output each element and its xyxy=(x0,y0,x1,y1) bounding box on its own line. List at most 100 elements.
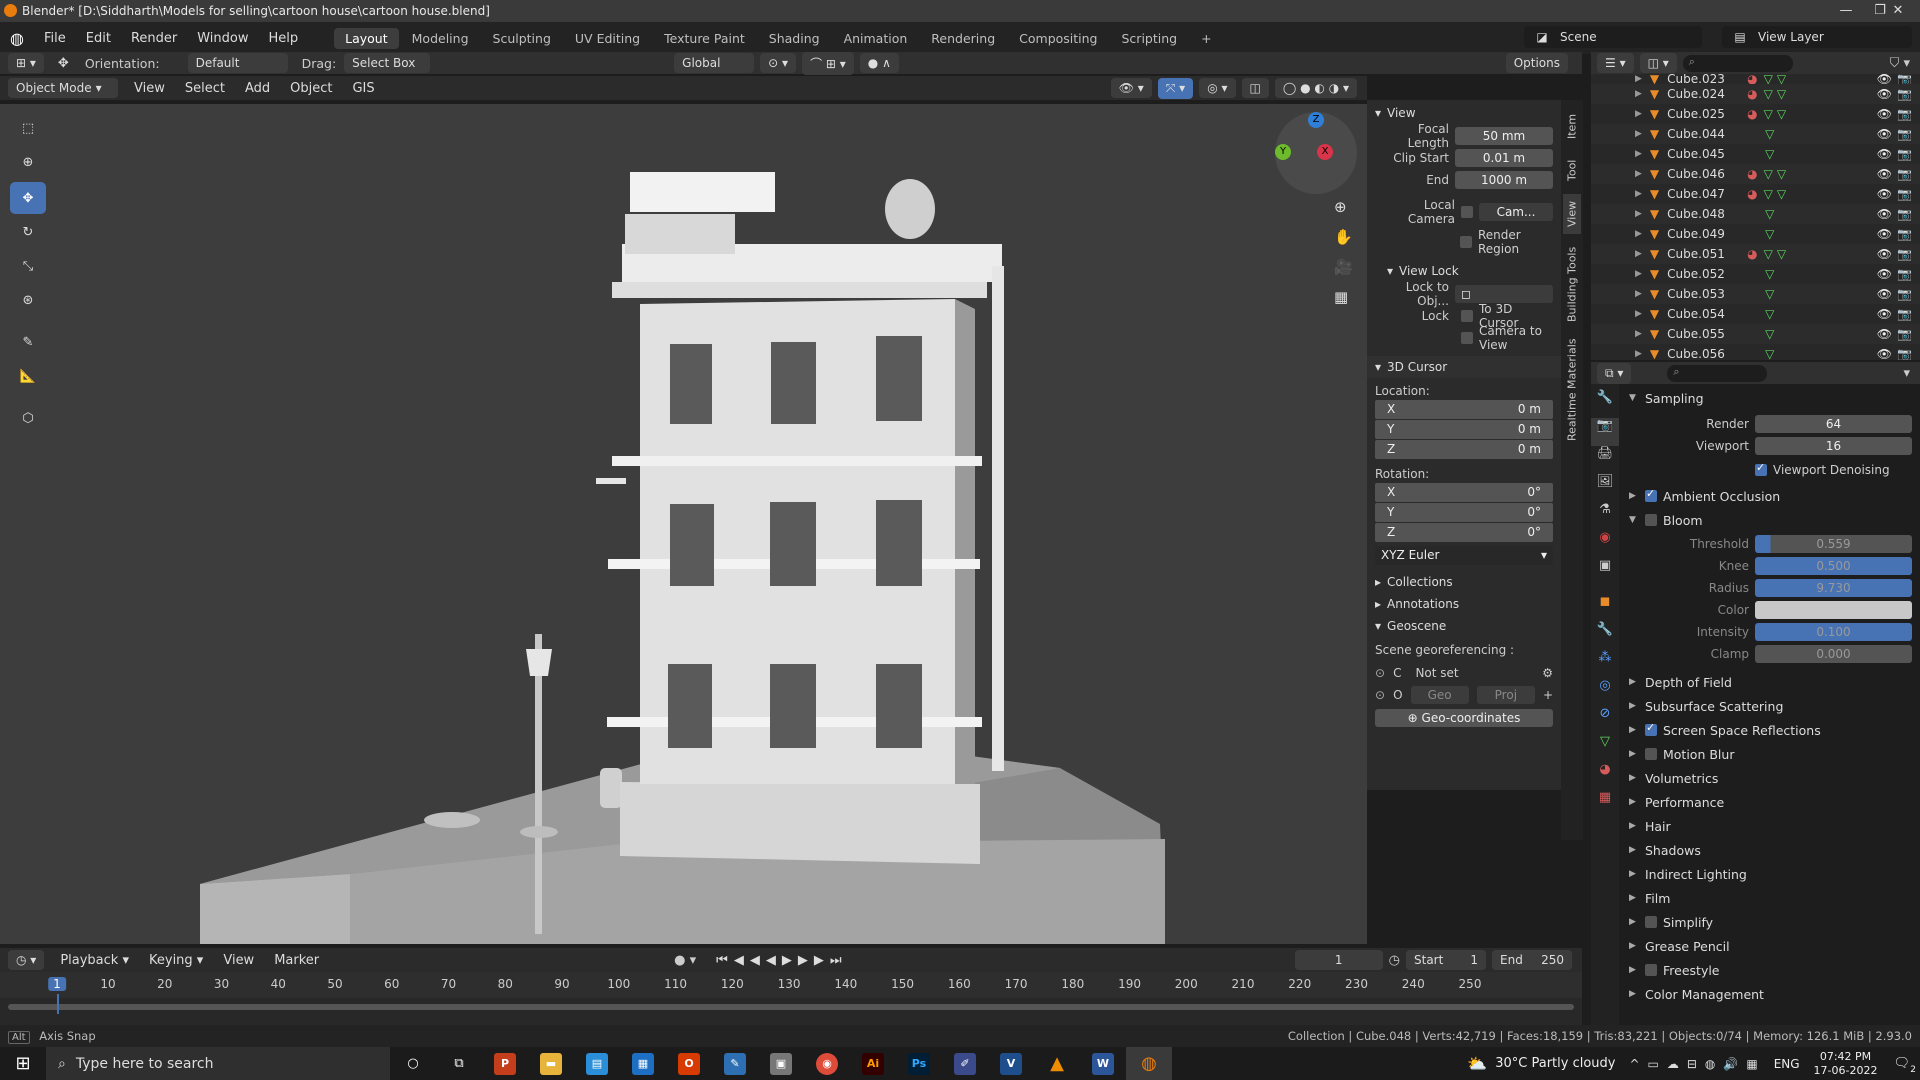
office-icon[interactable]: O xyxy=(666,1047,712,1080)
weather-widget[interactable]: ⛅ 30°C Partly cloudy xyxy=(1467,1054,1615,1073)
section-header[interactable]: ▶ Subsurface Scattering xyxy=(1619,694,1920,718)
render-samples-field[interactable]: 64 xyxy=(1755,415,1912,433)
visibility-eye-icon[interactable]: 👁 xyxy=(1877,87,1892,101)
orientation-dropdown[interactable]: Default xyxy=(187,53,288,73)
outliner-row[interactable]: ▶ ▼ Cube.025 ◕ ▽ ▽ 👁 📷 xyxy=(1591,104,1920,124)
timeline-scrollbar[interactable] xyxy=(8,1004,1574,1010)
render-tab-icon[interactable]: 📷 xyxy=(1591,418,1619,446)
outliner-row[interactable]: ▶ ▼ Cube.047 ◕ ▽ ▽ 👁 📷 xyxy=(1591,184,1920,204)
section-checkbox[interactable] xyxy=(1645,748,1657,760)
cursor-tool[interactable]: ⊕ xyxy=(10,146,46,178)
world-tab-icon[interactable]: ◉ xyxy=(1591,530,1619,558)
visibility-dropdown[interactable]: 👁 ▾ xyxy=(1110,78,1152,98)
render-camera-icon[interactable]: 📷 xyxy=(1897,327,1912,341)
section-header[interactable]: ▶ Indirect Lighting xyxy=(1619,862,1920,886)
render-camera-icon[interactable]: 📷 xyxy=(1897,167,1912,181)
render-camera-icon[interactable]: 📷 xyxy=(1897,207,1912,221)
properties-editor-type[interactable]: ⧉ ▾ xyxy=(1597,362,1632,384)
render-camera-icon[interactable]: 📷 xyxy=(1897,87,1912,101)
outliner-row[interactable]: ▶ ▼ Cube.052 ▽ 👁 📷 xyxy=(1591,264,1920,284)
taskbar-search-box[interactable]: ⌕ Type here to search xyxy=(46,1047,390,1080)
annotate-tool[interactable]: ✎ xyxy=(10,326,46,358)
annotations-header[interactable]: ▸ Annotations xyxy=(1367,593,1561,615)
preview-range-icon[interactable]: ◷ xyxy=(1389,953,1400,968)
gizmo-y-axis[interactable]: Y xyxy=(1275,144,1291,160)
georef-c-radio[interactable]: ⊙ xyxy=(1375,666,1385,680)
rotate-tool[interactable]: ↻ xyxy=(10,216,46,248)
expand-arrow-icon[interactable]: ▶ xyxy=(1635,109,1642,119)
gizmo-z-axis[interactable]: Z xyxy=(1308,112,1324,128)
bloom-color-field[interactable] xyxy=(1755,601,1912,619)
lock-to-cursor-checkbox[interactable] xyxy=(1461,310,1473,322)
section-header[interactable]: ▶ Depth of Field xyxy=(1619,670,1920,694)
playhead[interactable] xyxy=(57,994,59,1014)
expand-arrow-icon[interactable]: ▶ xyxy=(1635,329,1642,339)
vlc-icon[interactable]: ▲ xyxy=(1034,1047,1080,1080)
section-checkbox[interactable] xyxy=(1645,721,1657,736)
viewport-menu-gis[interactable]: GIS xyxy=(342,81,384,96)
tab-item[interactable]: Item xyxy=(1563,106,1581,146)
clip-end-field[interactable]: 1000 m xyxy=(1455,171,1553,189)
render-camera-icon[interactable]: 📷 xyxy=(1897,227,1912,241)
bloom-header[interactable]: ▼ Bloom xyxy=(1619,508,1920,532)
ambient-occlusion-checkbox[interactable] xyxy=(1645,487,1657,502)
visibility-eye-icon[interactable]: 👁 xyxy=(1877,227,1892,241)
outliner-row[interactable]: ▶ ▼ Cube.023 ◕ ▽ ▽ 👁 📷 xyxy=(1591,74,1920,84)
tab-texture-paint[interactable]: Texture Paint xyxy=(653,28,756,49)
render-camera-icon[interactable]: 📷 xyxy=(1897,247,1912,261)
system-tray-icons[interactable]: ^▭☁⊟◍🔊▦ xyxy=(1629,1057,1765,1071)
tab-uv-editing[interactable]: UV Editing xyxy=(564,28,651,49)
word-icon[interactable]: W xyxy=(1080,1047,1126,1080)
shading-modes[interactable]: ◯ ● ◐ ◑ ▾ xyxy=(1274,78,1357,98)
outliner-search-field[interactable]: ⌕ xyxy=(1682,54,1793,72)
tab-rendering[interactable]: Rendering xyxy=(920,28,1006,49)
physics-tab-icon[interactable]: ◎ xyxy=(1591,678,1619,706)
texture-tab-icon[interactable]: ▦ xyxy=(1591,790,1619,818)
visibility-eye-icon[interactable]: 👁 xyxy=(1877,267,1892,281)
section-header[interactable]: ▶ Simplify xyxy=(1619,910,1920,934)
scale-tool[interactable]: ⤡ xyxy=(10,250,46,282)
snap-toggle[interactable]: ⌒ ⊞ ▾ xyxy=(802,51,854,75)
section-header[interactable]: ▶ Freestyle xyxy=(1619,958,1920,982)
outliner-row[interactable]: ▶ ▼ Cube.049 ▽ 👁 📷 xyxy=(1591,224,1920,244)
geo-coordinates-button[interactable]: ⊕ Geo-coordinates xyxy=(1375,709,1553,727)
tab-modeling[interactable]: Modeling xyxy=(401,28,480,49)
editor-type-button[interactable]: ⊞ ▾ xyxy=(8,53,44,73)
lock-object-field[interactable]: ◻ xyxy=(1455,285,1553,303)
outliner-row[interactable]: ▶ ▼ Cube.048 ▽ 👁 📷 xyxy=(1591,204,1920,224)
viewport-menu-select[interactable]: Select xyxy=(175,81,235,96)
ambient-occlusion-header[interactable]: ▶Ambient Occlusion xyxy=(1619,484,1920,508)
data-tab-icon[interactable]: ▽ xyxy=(1591,734,1619,762)
camera-to-view-checkbox[interactable] xyxy=(1461,332,1473,344)
collection-tab-icon[interactable]: ▣ xyxy=(1591,558,1619,594)
render-camera-icon[interactable]: 📷 xyxy=(1897,347,1912,360)
outliner-row[interactable]: ▶ ▼ Cube.051 ◕ ▽ ▽ 👁 📷 xyxy=(1591,244,1920,264)
navigation-gizmo[interactable]: Z Y X xyxy=(1275,112,1357,194)
select-box-tool[interactable]: ⬚ xyxy=(10,112,46,144)
viewport-menu-view[interactable]: View xyxy=(124,81,175,96)
scene-tab-icon[interactable]: ⚗ xyxy=(1591,502,1619,530)
visibility-eye-icon[interactable]: 👁 xyxy=(1877,74,1892,84)
scene-selector[interactable]: ◪ Scene xyxy=(1524,26,1702,48)
geo-field[interactable]: Geo xyxy=(1410,686,1469,704)
visibility-eye-icon[interactable]: 👁 xyxy=(1877,287,1892,301)
geoscene-add-button[interactable]: + xyxy=(1543,688,1553,702)
powerpoint-icon[interactable]: P xyxy=(482,1047,528,1080)
overlay-toggle[interactable]: ◎ ▾ xyxy=(1199,78,1236,98)
cursor-rot-z[interactable]: Z 0° xyxy=(1375,523,1553,542)
tab-realtime-materials[interactable]: Realtime Materials xyxy=(1563,334,1581,446)
add-cube-tool[interactable]: ⬡ xyxy=(10,402,46,434)
section-header[interactable]: ▶ Motion Blur xyxy=(1619,742,1920,766)
material-tab-icon[interactable]: ◕ xyxy=(1591,762,1619,790)
expand-arrow-icon[interactable]: ▶ xyxy=(1635,149,1642,159)
timeline-menu-view[interactable]: View xyxy=(213,953,264,968)
local-camera-field[interactable]: Cam... xyxy=(1479,203,1553,221)
cursor-loc-z[interactable]: Z 0 m xyxy=(1375,440,1553,459)
timeline-menu-keying[interactable]: Keying ▾ xyxy=(139,953,213,968)
outliner-editor-type[interactable]: ☰ ▾ xyxy=(1597,53,1634,73)
visibility-eye-icon[interactable]: 👁 xyxy=(1877,167,1892,181)
output-tab-icon[interactable]: 🖨 xyxy=(1591,446,1619,474)
3d-cursor-header[interactable]: ▾ 3D Cursor xyxy=(1367,356,1561,378)
visibility-eye-icon[interactable]: 👁 xyxy=(1877,187,1892,201)
outliner-row[interactable]: ▶ ▼ Cube.024 ◕ ▽ ▽ 👁 📷 xyxy=(1591,84,1920,104)
